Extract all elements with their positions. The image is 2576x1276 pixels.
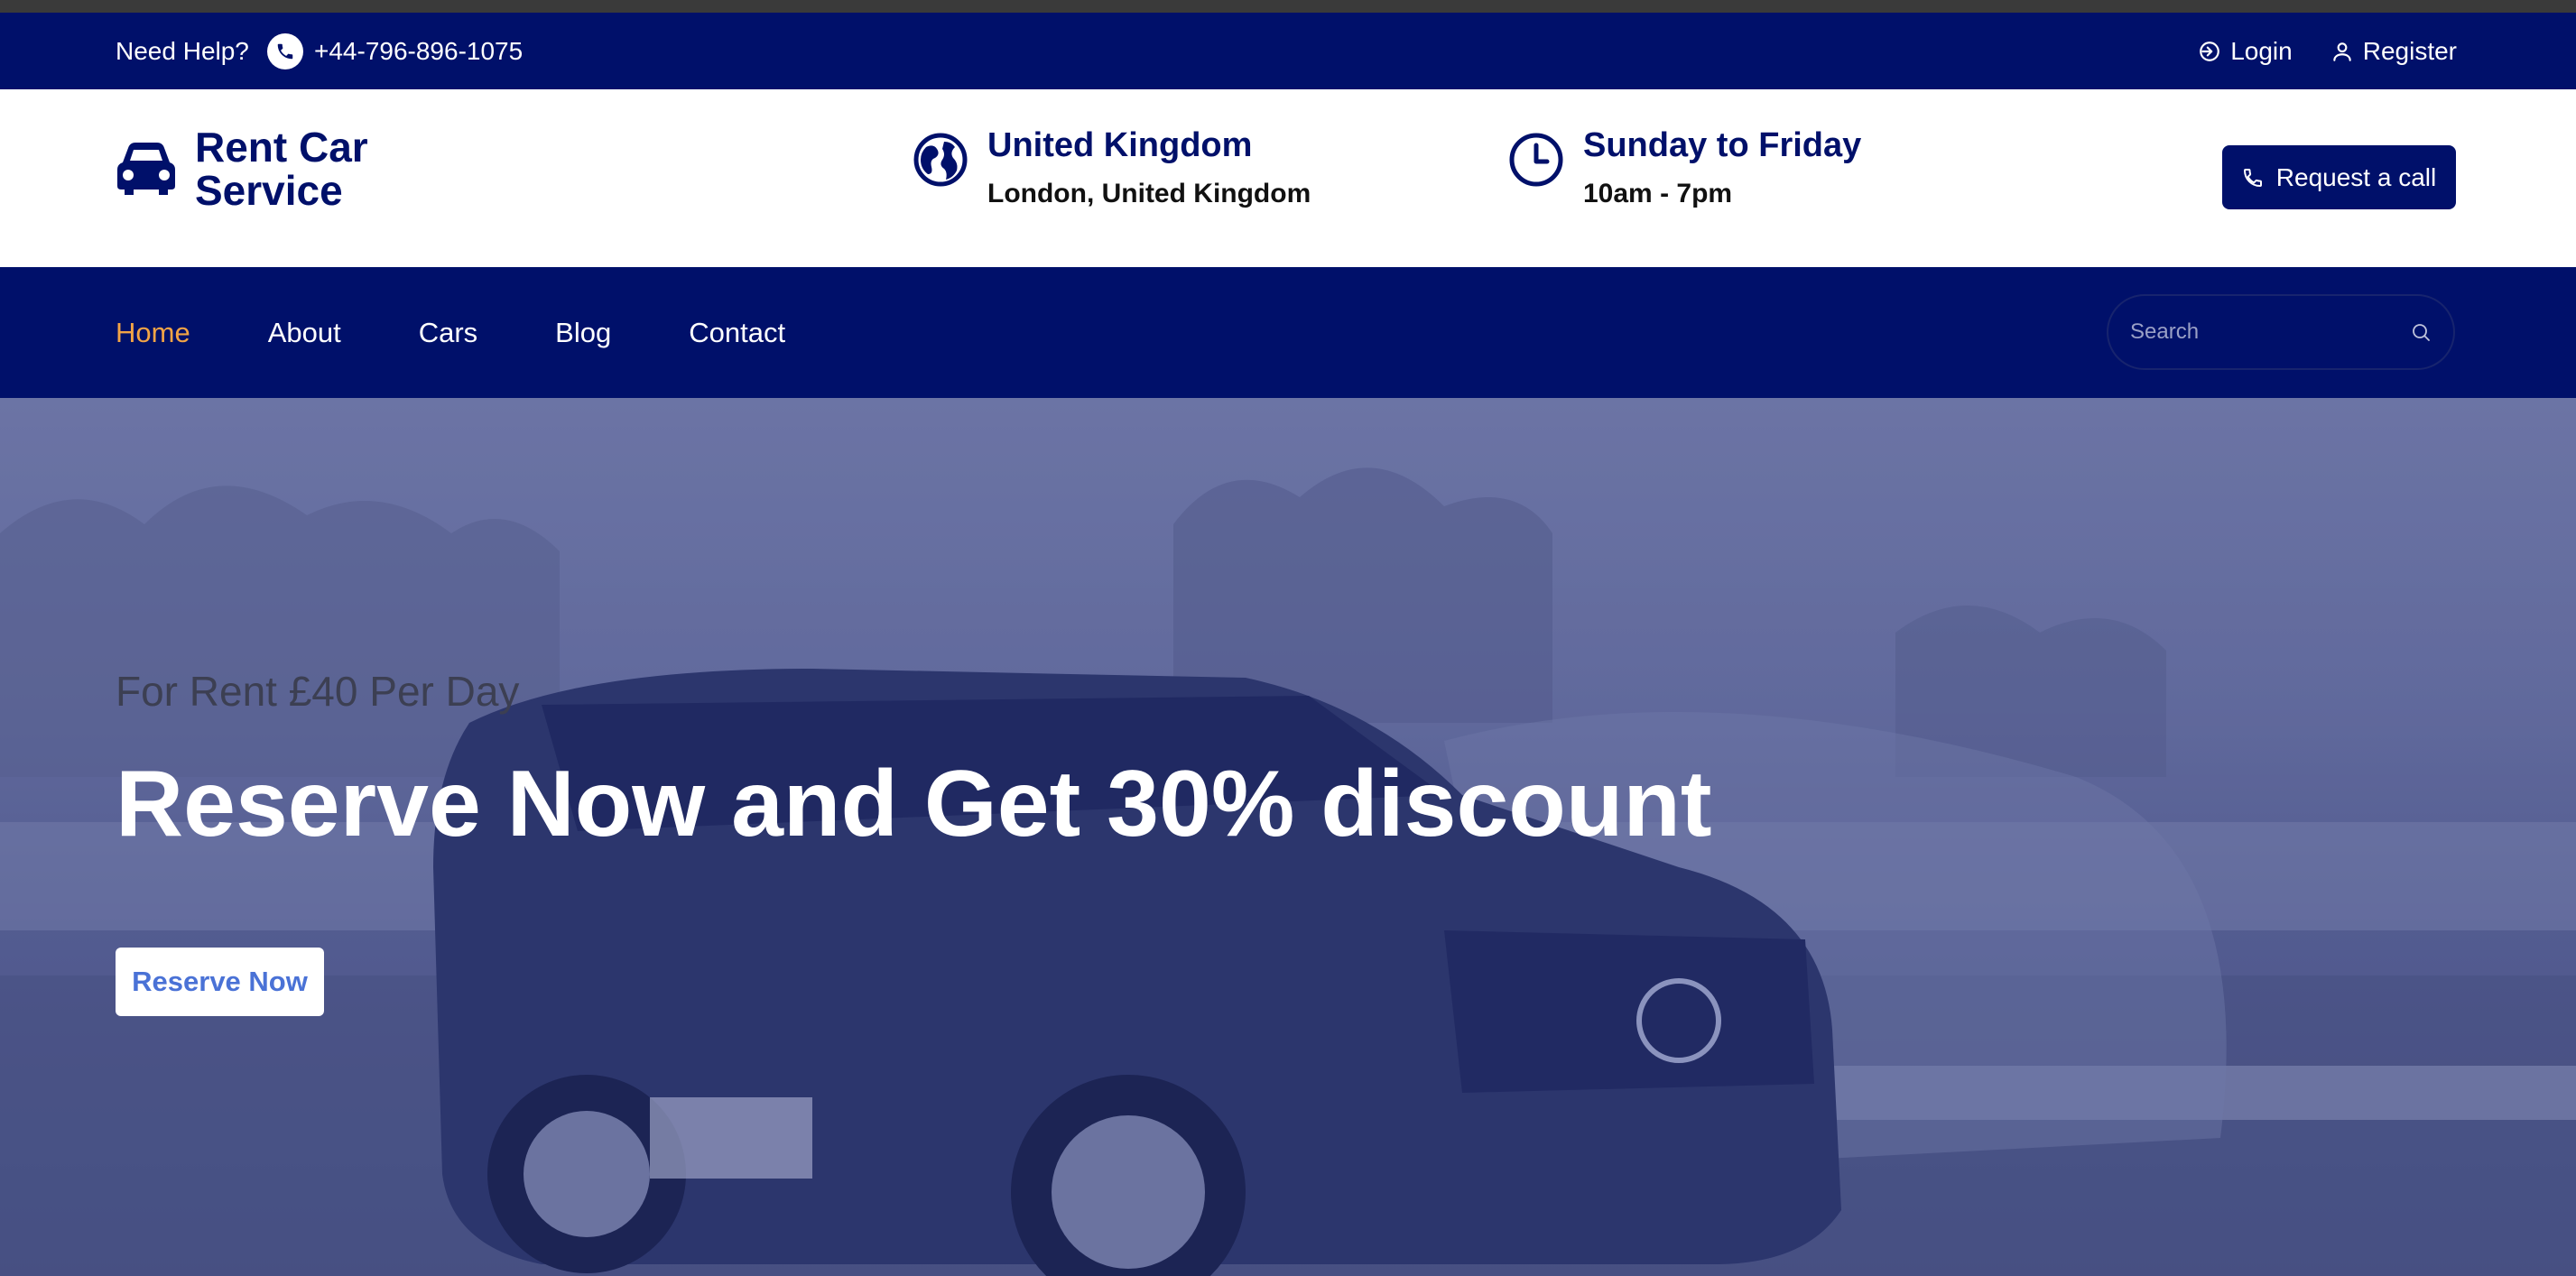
location-title: United Kingdom	[987, 126, 1253, 164]
logo-text: Rent Car Service	[195, 124, 368, 214]
phone-icon	[2243, 168, 2262, 187]
login-icon	[2200, 41, 2220, 61]
hours-info: Sunday to Friday 10am - 7pm	[1509, 124, 1861, 212]
phone-contact[interactable]: +44-796-896-1075	[267, 13, 523, 89]
nav-item-about[interactable]: About	[268, 317, 341, 349]
window-top-strip	[0, 0, 2576, 13]
nav-item-cars[interactable]: Cars	[419, 317, 477, 349]
register-label: Register	[2362, 36, 2457, 65]
location-subtitle: London, United Kingdom	[987, 179, 1311, 208]
phone-icon	[267, 32, 303, 69]
globe-icon	[913, 133, 968, 187]
hero-subtitle: For Rent £40 Per Day	[116, 668, 520, 715]
help-label: Need Help?	[116, 36, 249, 65]
hours-subtitle: 10am - 7pm	[1583, 179, 1733, 208]
hero-title: Reserve Now and Get 30% discount	[116, 752, 1712, 856]
hours-title: Sunday to Friday	[1583, 126, 1862, 164]
top-bar: Need Help? +44-796-896-1075 Login Regist…	[0, 13, 2576, 89]
nav-item-contact[interactable]: Contact	[689, 317, 785, 349]
main-nav: Home About Cars Blog Contact	[0, 267, 2576, 398]
logo[interactable]: Rent Car Service	[116, 125, 394, 212]
reserve-now-button[interactable]: Reserve Now	[116, 948, 324, 1016]
car-icon	[117, 143, 175, 195]
nav-item-home[interactable]: Home	[116, 317, 190, 349]
auth-links: Login Register	[2160, 13, 2457, 89]
login-link[interactable]: Login	[2198, 37, 2293, 66]
search-icon[interactable]	[2410, 319, 2432, 346]
request-call-label: Request a call	[2275, 162, 2437, 191]
user-icon	[2332, 42, 2351, 61]
hero-banner: For Rent £40 Per Day Reserve Now and Get…	[0, 398, 2576, 1276]
clock-icon	[1509, 133, 1563, 187]
nav-item-blog[interactable]: Blog	[555, 317, 611, 349]
site-header: Rent Car Service United Kingdom London, …	[0, 89, 2576, 267]
nav-menu: Home About Cars Blog Contact	[116, 267, 863, 398]
phone-number: +44-796-896-1075	[314, 36, 524, 65]
search-box	[2107, 294, 2455, 370]
search-input[interactable]	[2130, 319, 2410, 345]
request-call-button[interactable]: Request a call	[2222, 145, 2456, 209]
login-label: Login	[2230, 36, 2293, 65]
register-link[interactable]: Register	[2330, 37, 2457, 66]
location-info: United Kingdom London, United Kingdom	[913, 124, 1311, 212]
